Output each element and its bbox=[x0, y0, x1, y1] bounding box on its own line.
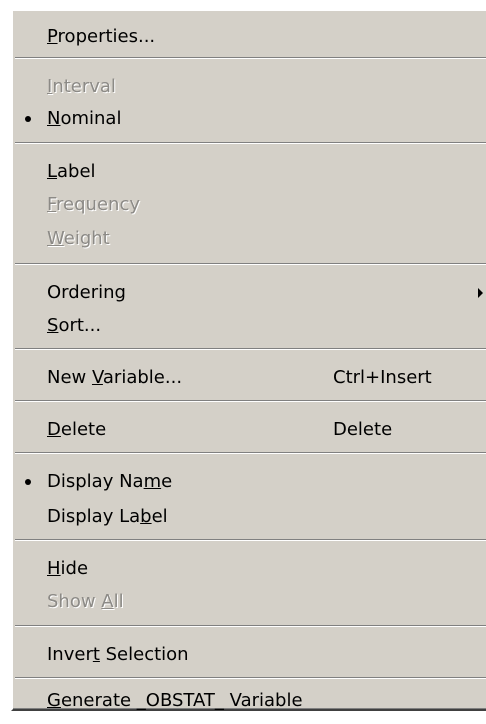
menu-item-label: Show All bbox=[47, 591, 124, 612]
menu-item-label-option[interactable]: Label bbox=[13, 154, 486, 190]
bullet-icon bbox=[25, 116, 31, 122]
menu-item-weight: Weight bbox=[13, 221, 486, 257]
menu-item-nominal[interactable]: Nominal bbox=[13, 101, 486, 137]
menu-separator bbox=[15, 400, 486, 402]
menu-separator bbox=[15, 348, 486, 350]
menu-item-interval: Interval bbox=[13, 69, 486, 105]
menu-item-ordering[interactable]: Ordering bbox=[13, 275, 486, 311]
menu-item-new-variable[interactable]: New Variable... Ctrl+Insert bbox=[13, 360, 486, 396]
menu-item-show-all: Show All bbox=[13, 584, 486, 620]
menu-separator bbox=[15, 142, 486, 144]
menu-item-shortcut: Delete bbox=[333, 419, 393, 440]
menu-separator bbox=[15, 452, 486, 454]
menu-separator bbox=[15, 539, 486, 541]
menu-item-label: Interval bbox=[47, 76, 116, 97]
menu-item-generate-obstat[interactable]: Generate _OBSTAT_ Variable bbox=[13, 683, 486, 719]
menu-item-label: Sort... bbox=[47, 315, 102, 336]
menu-item-label: Ordering bbox=[47, 282, 126, 303]
menu-item-label: Display Label bbox=[47, 506, 168, 527]
menu-item-sort[interactable]: Sort... bbox=[13, 308, 486, 344]
menu-item-display-name[interactable]: Display Name bbox=[13, 464, 486, 500]
menu-item-label: Properties... bbox=[47, 26, 156, 47]
menu-item-label: Delete bbox=[47, 419, 107, 440]
menu-item-delete[interactable]: Delete Delete bbox=[13, 412, 486, 448]
menu-item-invert-selection[interactable]: Invert Selection bbox=[13, 637, 486, 673]
menu-item-frequency: Frequency bbox=[13, 187, 486, 223]
context-menu: Properties... Interval Nominal Label Fre… bbox=[11, 9, 486, 711]
menu-item-label: Label bbox=[47, 161, 96, 182]
menu-separator bbox=[15, 57, 486, 59]
menu-item-label: Invert Selection bbox=[47, 644, 189, 665]
menu-item-display-label[interactable]: Display Label bbox=[13, 499, 486, 535]
menu-separator bbox=[15, 677, 486, 679]
menu-item-shortcut: Ctrl+Insert bbox=[333, 367, 432, 388]
menu-item-label: Hide bbox=[47, 558, 89, 579]
menu-item-label: Weight bbox=[47, 228, 110, 249]
bullet-icon bbox=[25, 479, 31, 485]
menu-item-label: Display Name bbox=[47, 471, 173, 492]
menu-separator bbox=[15, 263, 486, 265]
submenu-arrow-icon bbox=[478, 288, 483, 298]
menu-item-hide[interactable]: Hide bbox=[13, 551, 486, 587]
menu-separator bbox=[15, 625, 486, 627]
menu-item-label: Nominal bbox=[47, 108, 122, 129]
menu-item-label: Frequency bbox=[47, 194, 140, 215]
menu-item-label: New Variable... bbox=[47, 367, 183, 388]
menu-item-label: Generate _OBSTAT_ Variable bbox=[47, 690, 303, 711]
menu-item-properties[interactable]: Properties... bbox=[13, 19, 486, 55]
